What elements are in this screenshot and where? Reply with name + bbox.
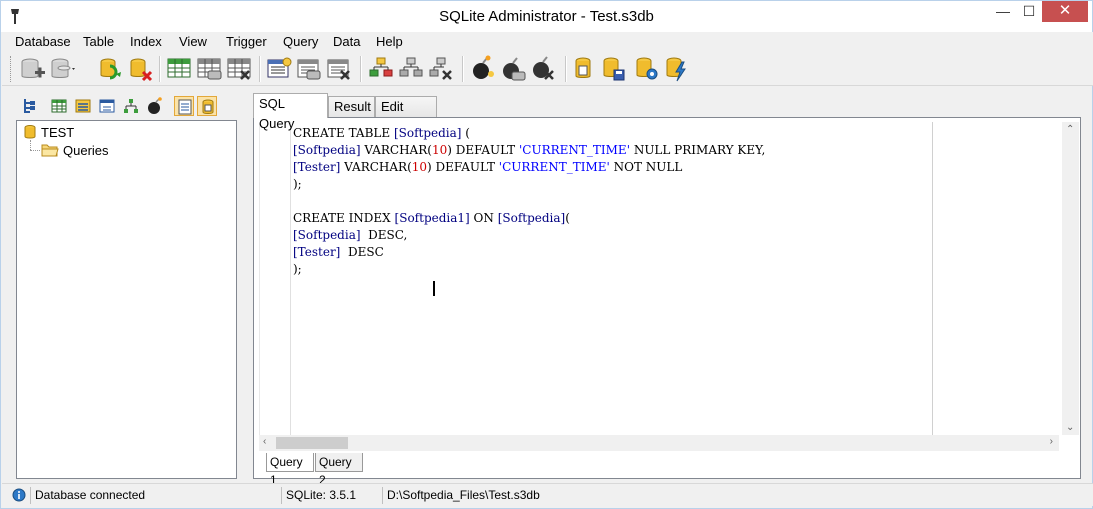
edit-view-icon[interactable] xyxy=(397,54,425,84)
sql-code: CREATE TABLE [Softpedia] ( [Softpedia] VA… xyxy=(293,125,765,278)
info-icon xyxy=(12,488,26,502)
save-query-icon[interactable] xyxy=(599,54,627,84)
scroll-down-icon[interactable]: ⌄ xyxy=(1066,422,1074,433)
scroll-up-icon[interactable]: ⌃ xyxy=(1066,124,1074,135)
status-connection: Database connected xyxy=(30,487,280,504)
edit-table-icon[interactable] xyxy=(195,54,223,84)
scroll-left-icon[interactable]: ‹ xyxy=(263,436,266,447)
sql-editor[interactable]: CREATE TABLE [Softpedia] ( [Softpedia] VA… xyxy=(259,122,1076,435)
query-settings-icon[interactable] xyxy=(632,54,660,84)
right-margin-line xyxy=(932,122,933,435)
menu-data[interactable]: Data xyxy=(333,34,360,49)
menu-index[interactable]: Index xyxy=(130,34,162,49)
show-hierarchy-icon[interactable] xyxy=(121,96,141,116)
editor-panel: CREATE TABLE [Softpedia] ( [Softpedia] VA… xyxy=(253,117,1081,487)
code-line: CREATE INDEX [Softpedia1] ON [Softpedia]… xyxy=(293,211,570,225)
window-title: SQLite Administrator - Test.s3db xyxy=(439,8,654,25)
close-button[interactable]: ✕ xyxy=(1042,1,1088,22)
folder-icon xyxy=(41,144,59,157)
close-database-icon[interactable] xyxy=(126,54,154,84)
create-table-icon[interactable] xyxy=(165,54,193,84)
gutter xyxy=(290,122,291,435)
object-browser-toolbar xyxy=(16,93,237,119)
show-databases-icon[interactable] xyxy=(174,96,194,116)
code-line: [Softpedia] DESC, xyxy=(293,228,408,242)
title-bar: SQLite Administrator - Test.s3db — ☐ ✕ xyxy=(1,1,1092,32)
show-triggers-icon[interactable] xyxy=(145,96,165,116)
tree-item-database[interactable]: TEST xyxy=(23,123,74,141)
create-trigger-icon[interactable] xyxy=(469,54,497,84)
scroll-right-icon[interactable]: › xyxy=(1050,436,1053,447)
object-tree: TEST Queries xyxy=(16,120,237,479)
open-database-icon[interactable] xyxy=(48,54,76,84)
code-line: ); xyxy=(293,262,302,276)
create-index-icon[interactable] xyxy=(265,54,293,84)
horizontal-scrollbar[interactable]: ‹ › xyxy=(259,435,1059,451)
delete-index-icon[interactable] xyxy=(325,54,353,84)
code-line: CREATE TABLE [Softpedia] ( xyxy=(293,126,470,140)
show-tables-icon[interactable] xyxy=(49,96,69,116)
tab-query-1[interactable]: Query 1 xyxy=(266,453,314,487)
tree-item-queries[interactable]: Queries xyxy=(41,141,109,159)
create-view-icon[interactable] xyxy=(367,54,395,84)
object-browser: TEST Queries xyxy=(16,93,237,479)
tab-query-2[interactable]: Query 2 xyxy=(315,453,363,487)
tree-item-database-label: TEST xyxy=(41,124,75,140)
status-file-path: D:\Softpedia_Files\Test.s3db xyxy=(382,487,1077,504)
tree-view-icon[interactable] xyxy=(20,96,40,116)
show-indexes-icon[interactable] xyxy=(73,96,93,116)
menu-bar: Database Table Index View Trigger Query … xyxy=(2,32,1093,52)
new-database-icon[interactable] xyxy=(18,54,46,84)
menu-database[interactable]: Database xyxy=(15,34,71,49)
tab-result[interactable]: Result xyxy=(328,96,375,117)
code-line: [Tester] VARCHAR(10) DEFAULT 'CURRENT_TI… xyxy=(293,160,683,174)
code-line: ); xyxy=(293,177,302,191)
menu-query[interactable]: Query xyxy=(283,34,318,49)
database-icon xyxy=(24,125,36,139)
app-window: SQLite Administrator - Test.s3db — ☐ ✕ D… xyxy=(0,0,1093,509)
code-line: [Tester] DESC xyxy=(293,245,384,259)
delete-trigger-icon[interactable] xyxy=(529,54,557,84)
menu-help[interactable]: Help xyxy=(376,34,403,49)
delete-table-icon[interactable] xyxy=(225,54,253,84)
main-toolbar xyxy=(2,52,1093,86)
menu-view[interactable]: View xyxy=(179,34,207,49)
edit-trigger-icon[interactable] xyxy=(499,54,527,84)
maximize-button[interactable]: ☐ xyxy=(1016,1,1042,22)
horizontal-scroll-thumb[interactable] xyxy=(276,437,348,449)
status-sqlite-version: SQLite: 3.5.1 xyxy=(281,487,381,504)
show-queries-icon[interactable] xyxy=(197,96,217,116)
edit-index-icon[interactable] xyxy=(295,54,323,84)
status-bar: Database connected SQLite: 3.5.1 D:\Soft… xyxy=(2,483,1093,506)
code-line: [Softpedia] VARCHAR(10) DEFAULT 'CURRENT… xyxy=(293,143,766,157)
minimize-button[interactable]: — xyxy=(990,1,1016,22)
execute-query-icon[interactable] xyxy=(662,54,690,84)
vertical-scrollbar[interactable]: ⌃ ⌄ xyxy=(1062,122,1079,435)
tab-edit-data[interactable]: Edit Data xyxy=(375,96,437,134)
open-query-icon[interactable] xyxy=(569,54,597,84)
toolbar-grip[interactable] xyxy=(10,56,13,82)
tree-item-queries-label: Queries xyxy=(63,142,109,158)
menu-table[interactable]: Table xyxy=(83,34,114,49)
delete-view-icon[interactable] xyxy=(427,54,455,84)
text-caret xyxy=(433,281,435,296)
tab-sql-query[interactable]: SQL Query xyxy=(253,93,328,131)
show-views-icon[interactable] xyxy=(97,96,117,116)
compact-database-icon[interactable] xyxy=(96,54,124,84)
menu-trigger[interactable]: Trigger xyxy=(226,34,267,49)
